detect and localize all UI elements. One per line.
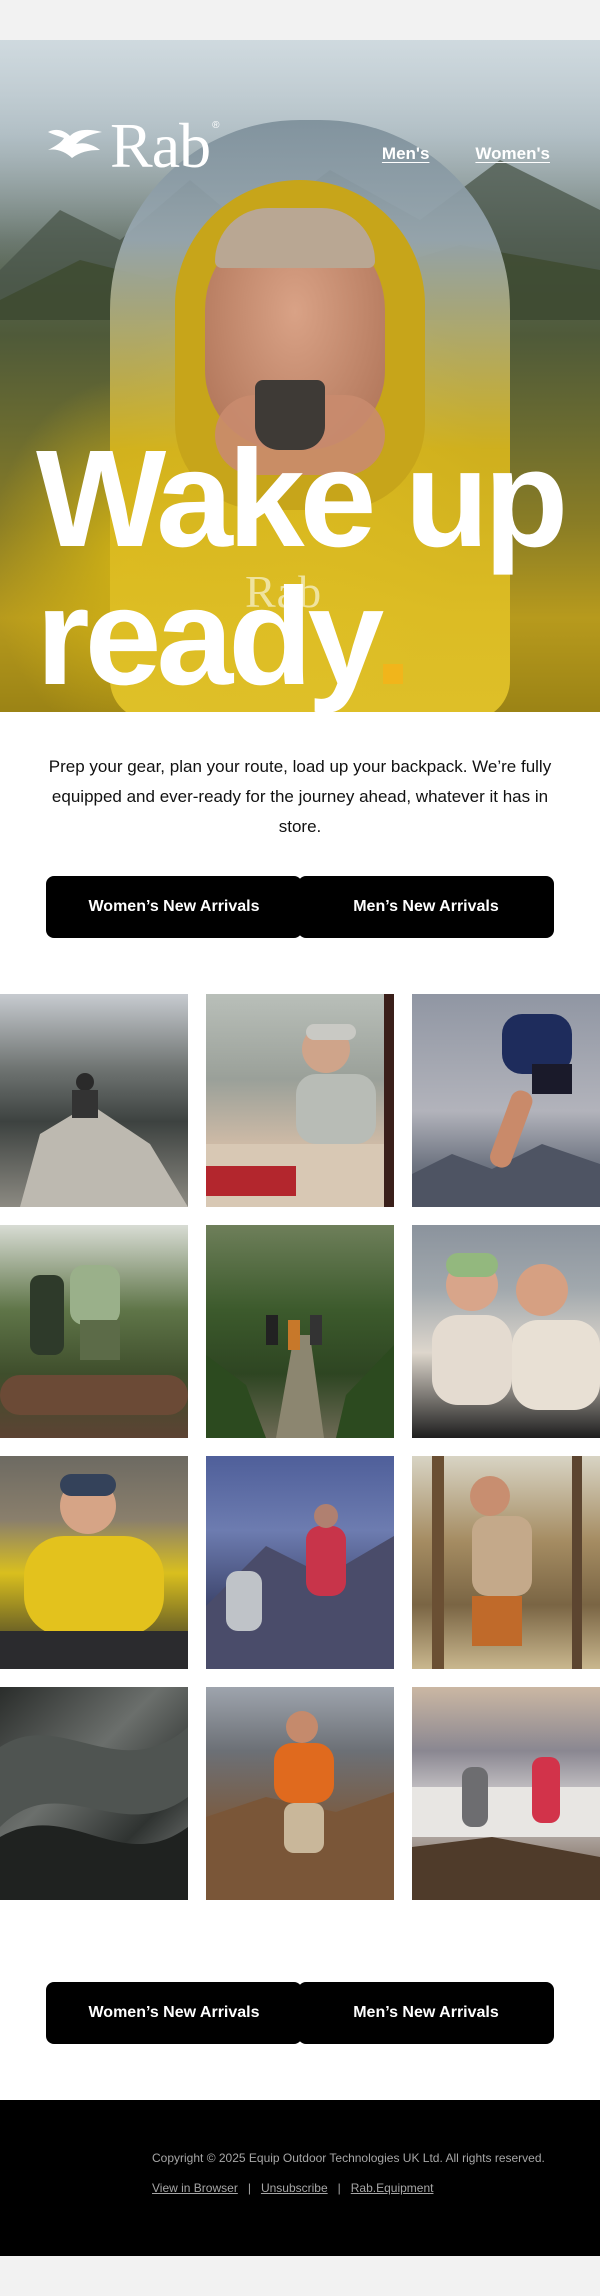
womens-new-arrivals-button[interactable]: Women’s New Arrivals	[46, 876, 302, 938]
brand-name: Rab	[110, 110, 211, 181]
footer-links: View in Browser | Unsubscribe | Rab.Equipmen…	[152, 2180, 600, 2196]
grid-image-tent-woman[interactable]	[206, 994, 394, 1207]
registered-mark: ®	[212, 120, 220, 131]
womens-new-arrivals-button-bottom[interactable]: Women’s New Arrivals	[46, 1982, 302, 2044]
grid-image-yellow-puffer[interactable]	[0, 1456, 188, 1669]
top-spacer	[0, 0, 600, 40]
hero-headline-line2: ready	[36, 560, 384, 712]
grid-image-forest-trail[interactable]	[206, 1225, 394, 1438]
rab-bird-icon	[48, 129, 102, 158]
grid-image-climber[interactable]	[0, 994, 188, 1207]
bottom-spacer	[0, 2256, 600, 2296]
grid-image-log-crossing[interactable]	[0, 1225, 188, 1438]
log-crossing-shape	[0, 1265, 188, 1415]
hero-banner[interactable]: Rab Rab ® Men's Women's Wake up ready	[0, 40, 600, 712]
intro-text: Prep your gear, plan your route, load up…	[48, 757, 552, 836]
ridge-dusk-shape	[206, 1504, 394, 1669]
footer-separator: |	[337, 2181, 341, 2195]
climber-rock-shape	[20, 1073, 188, 1207]
hero-headline-line1: Wake up	[36, 422, 568, 576]
grid-image-above-clouds[interactable]	[412, 1687, 600, 1900]
nav-link-womens[interactable]: Women's	[475, 144, 550, 164]
forest-trail-shape	[206, 1315, 394, 1438]
footer-copyright: Copyright © 2025 Equip Outdoor Technolog…	[152, 2151, 545, 2165]
forest-hiker-shape	[432, 1456, 582, 1669]
runner-leap-shape	[412, 1014, 600, 1207]
grid-image-ridge-dusk[interactable]	[206, 1456, 394, 1669]
cta-row-bottom: Women’s New Arrivals Men’s New Arrivals	[0, 1964, 600, 2100]
view-in-browser-link[interactable]: View in Browser	[152, 2181, 238, 2195]
top-nav: Men's Women's	[382, 144, 550, 164]
wet-fabric-shape	[0, 1727, 188, 1900]
footer-separator: |	[247, 2181, 251, 2195]
hero-headline: Wake up ready	[36, 422, 568, 706]
above-clouds-shape	[412, 1757, 600, 1900]
grid-image-wet-fabric[interactable]	[0, 1687, 188, 1900]
grid-image-orange-hiker[interactable]	[206, 1687, 394, 1900]
brand-logo[interactable]: Rab ®	[46, 114, 219, 178]
intro-section: Prep your gear, plan your route, load up…	[0, 712, 600, 858]
orange-hiker-shape	[206, 1711, 394, 1900]
footer: Copyright © 2025 Equip Outdoor Technolog…	[0, 2100, 600, 2256]
grid-image-tent-friends[interactable]	[412, 1225, 600, 1438]
grid-image-forest-hiker[interactable]	[412, 1456, 600, 1669]
mens-new-arrivals-button[interactable]: Men’s New Arrivals	[298, 876, 554, 938]
hero-headline-line2-wrap: ready	[36, 568, 563, 706]
hero-beanie	[215, 208, 375, 268]
tent-woman-shape	[206, 994, 394, 1207]
nav-link-mens[interactable]: Men's	[382, 144, 430, 164]
accent-dot	[383, 664, 404, 684]
grid-image-runner-leap[interactable]	[412, 994, 600, 1207]
image-grid-section	[0, 994, 600, 1964]
cta-row-top: Women’s New Arrivals Men’s New Arrivals	[0, 858, 600, 994]
unsubscribe-link[interactable]: Unsubscribe	[261, 2181, 328, 2195]
tent-friends-shape	[432, 1253, 600, 1410]
rab-equipment-link[interactable]: Rab.Equipment	[351, 2181, 434, 2195]
mens-new-arrivals-button-bottom[interactable]: Men’s New Arrivals	[298, 1982, 554, 2044]
yellow-puffer-shape	[0, 1474, 188, 1669]
email-container: Rab Rab ® Men's Women's Wake up ready Pr…	[0, 0, 600, 2296]
image-grid	[0, 994, 600, 1900]
